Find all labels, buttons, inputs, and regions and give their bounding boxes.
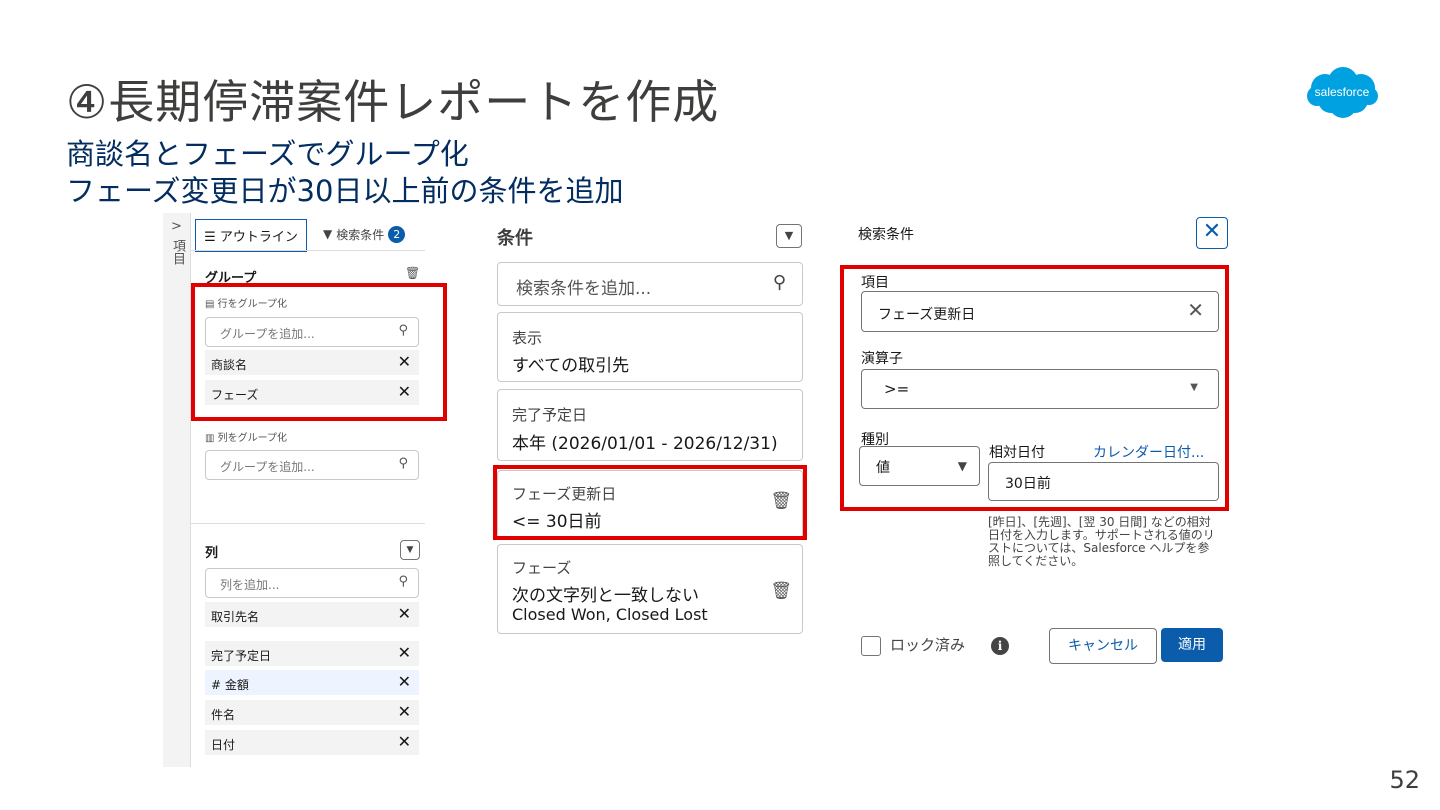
tab-filters-label: 検索条件 xyxy=(336,227,385,242)
help-text: [昨日]、[先週]、[翌 30 日間] などの相対日付を入力します。サポートされ… xyxy=(988,515,1215,568)
filter-card[interactable]: 完了予定日 本年 (2026/01/01 - 2026/12/31) xyxy=(497,389,803,461)
slide-title: ④長期停滞案件レポートを作成 xyxy=(66,75,720,129)
fields-strip-label: 項目 xyxy=(170,239,185,265)
filter-card-value: 次の文字列と一致しない xyxy=(512,586,699,606)
tab-outline[interactable]: ☰ アウトライン xyxy=(195,219,307,252)
close-icon[interactable]: ✕ xyxy=(398,672,411,691)
highlight-box-editor xyxy=(840,265,1229,511)
column-name: 取引先名 xyxy=(211,610,260,624)
slide-subtitle-1: 商談名とフェーズでグループ化 xyxy=(66,137,469,171)
trash-icon[interactable]: 🗑 xyxy=(770,581,792,601)
locked-checkbox[interactable] xyxy=(861,636,881,656)
slide-subtitle-2: フェーズ変更日が30日以上前の条件を追加 xyxy=(66,174,624,208)
search-icon: ⚲ xyxy=(772,272,786,293)
close-icon[interactable]: ✕ xyxy=(398,702,411,721)
filter-count-badge: 2 xyxy=(388,225,406,243)
salesforce-logo: salesforce xyxy=(1303,66,1381,120)
highlight-box-condition xyxy=(493,465,807,540)
close-icon[interactable]: ✕ xyxy=(398,604,411,623)
column-chip[interactable]: 完了予定日 ✕ xyxy=(205,641,419,666)
info-icon[interactable]: i xyxy=(991,637,1009,655)
search-icon: ⚲ xyxy=(398,574,408,589)
cancel-button[interactable]: キャンセル xyxy=(1049,628,1157,664)
page-number: 52 xyxy=(1389,766,1420,794)
column-name: 日付 xyxy=(211,738,236,752)
columns-icon: ▥ xyxy=(205,433,215,444)
add-column-placeholder: 列を追加... xyxy=(220,578,280,592)
chevron-right-icon[interactable]: > xyxy=(171,219,182,234)
add-filter-placeholder: 検索条件を追加... xyxy=(516,279,652,299)
column-name: 件名 xyxy=(211,708,236,722)
locked-label: ロック済み xyxy=(890,636,966,654)
column-group-label-text: 列をグループ化 xyxy=(217,433,288,444)
column-group-label: ▥ 列をグループ化 xyxy=(205,429,287,444)
filter-card-value: 本年 (2026/01/01 - 2026/12/31) xyxy=(512,434,778,454)
column-chip[interactable]: 取引先名 ✕ xyxy=(205,602,419,627)
column-chip[interactable]: 日付 ✕ xyxy=(205,730,419,755)
trash-icon[interactable]: 🗑 xyxy=(405,266,420,280)
close-icon[interactable]: ✕ xyxy=(398,643,411,662)
columns-title: 列 xyxy=(205,546,219,561)
chevron-down-icon[interactable]: ▼ xyxy=(400,540,420,560)
filter-icon: ▼ xyxy=(323,227,333,241)
close-icon[interactable]: ✕ xyxy=(398,732,411,751)
column-name: 完了予定日 xyxy=(211,649,272,663)
filter-card[interactable]: 表示 すべての取引先 xyxy=(497,312,803,382)
tab-filters[interactable]: ▼ 検索条件 2 xyxy=(323,219,406,249)
filter-card-value: すべての取引先 xyxy=(512,356,630,376)
apply-button[interactable]: 適用 xyxy=(1161,628,1223,662)
filter-card-header: 完了予定日 xyxy=(512,406,588,424)
add-column-group-placeholder: グループを追加... xyxy=(220,460,315,474)
add-column-input[interactable]: 列を追加... ⚲ xyxy=(205,568,419,598)
conditions-title: 条件 xyxy=(497,228,533,249)
column-name: # 金額 xyxy=(211,678,249,692)
search-icon: ⚲ xyxy=(398,456,408,471)
filter-card-header: 表示 xyxy=(512,329,543,347)
filter-card-value-2: Closed Won, Closed Lost xyxy=(512,605,708,624)
column-chip[interactable]: # 金額 ✕ xyxy=(205,670,419,695)
add-filter-input[interactable]: 検索条件を追加... ⚲ xyxy=(497,262,803,306)
close-icon[interactable]: ✕ xyxy=(1196,217,1228,249)
logo-text: salesforce xyxy=(1314,85,1370,99)
fields-collapsed-strip[interactable]: > 項目 xyxy=(163,213,191,767)
filter-card[interactable]: フェーズ 次の文字列と一致しない Closed Won, Closed Lost… xyxy=(497,544,803,634)
chevron-down-icon[interactable]: ▼ xyxy=(776,224,802,248)
highlight-box-groups xyxy=(191,283,447,421)
add-column-group-input[interactable]: グループを追加... ⚲ xyxy=(205,450,419,480)
filter-editor-title: 検索条件 xyxy=(858,227,914,243)
filter-card-header: フェーズ xyxy=(512,559,572,577)
column-chip[interactable]: 件名 ✕ xyxy=(205,700,419,725)
